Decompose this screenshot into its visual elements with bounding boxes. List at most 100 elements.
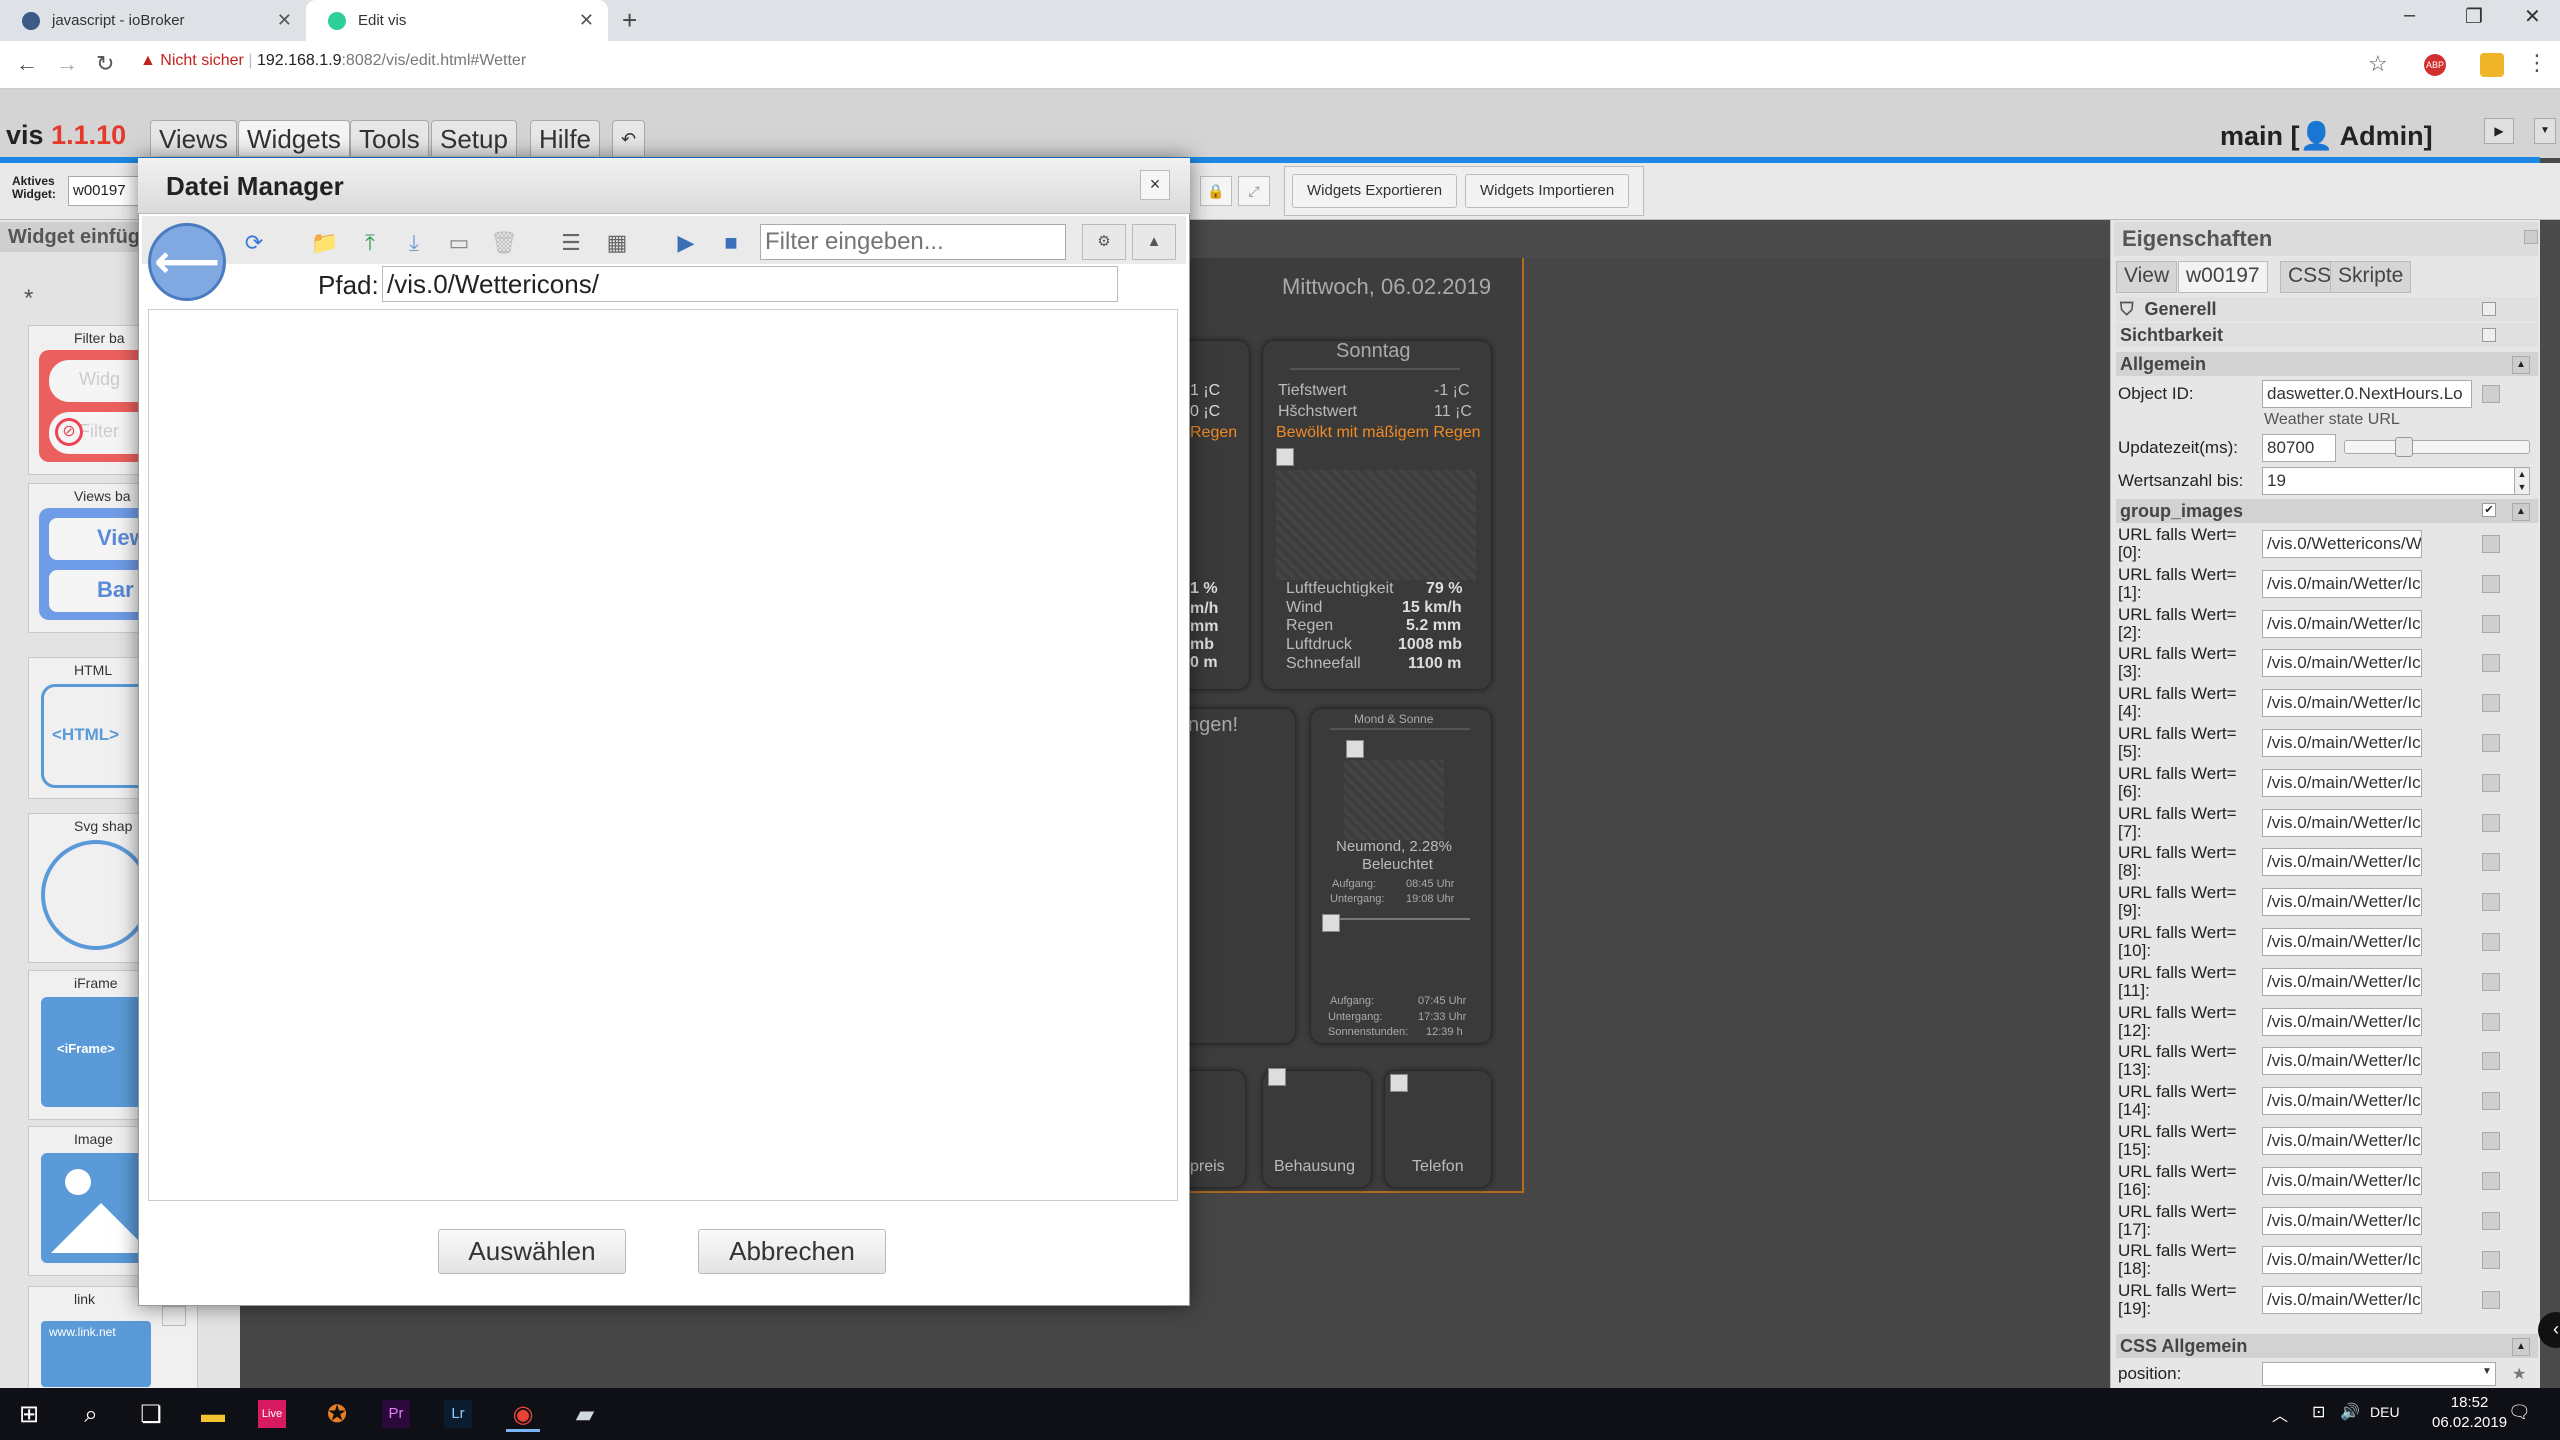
filter-input[interactable] (760, 224, 1066, 260)
collapse-up-icon[interactable]: ▲ (2512, 356, 2530, 374)
task-view-icon[interactable]: ❏ (134, 1398, 168, 1432)
expand-icon[interactable]: ⤢ (1238, 176, 1270, 206)
url-field[interactable]: ▲ Nicht sicher | 192.168.1.9:8082/vis/ed… (140, 52, 526, 70)
collapse-up-icon[interactable]: ▲ (2512, 1338, 2530, 1356)
select-file-button[interactable] (2482, 972, 2500, 991)
adblock-icon[interactable]: ABP (2424, 54, 2446, 76)
file-explorer-icon[interactable]: ▬ (196, 1398, 230, 1432)
section-sichtbarkeit[interactable]: Sichtbarkeit (2116, 323, 2538, 347)
menu-widgets[interactable]: Widgets (238, 120, 350, 156)
delete-icon[interactable]: 🗑 (489, 228, 519, 258)
collapse-icon[interactable] (2524, 230, 2538, 244)
url-row-field[interactable]: /vis.0/main/Wetter/Icons (2262, 1087, 2422, 1116)
prop-tab-widget[interactable]: w00197 (2178, 261, 2268, 293)
play-button[interactable]: ▶ (2484, 118, 2514, 144)
select-file-button[interactable] (2482, 1052, 2500, 1071)
checkbox[interactable] (2482, 328, 2496, 342)
upload-icon[interactable]: ⤒ (355, 228, 385, 258)
select-file-button[interactable] (2482, 614, 2500, 633)
select-file-button[interactable] (2482, 1171, 2500, 1190)
select-file-button[interactable] (2482, 694, 2500, 713)
maximize-button[interactable]: ❐ (2465, 4, 2483, 29)
object-id-field[interactable]: daswetter.0.NextHours.Lo (2262, 380, 2472, 408)
play-icon[interactable]: ▶ (671, 228, 701, 258)
url-row-field[interactable]: /vis.0/Wettericons/Wette (2262, 530, 2422, 558)
windows-start-icon[interactable]: ⊞ (12, 1398, 46, 1432)
url-row-field[interactable]: /vis.0/main/Wetter/Icons (2262, 569, 2422, 598)
table-view-icon[interactable]: ▦ (602, 228, 632, 258)
active-widget-field[interactable]: w00197 (68, 176, 140, 206)
dialog-close-button[interactable]: × (1140, 170, 1170, 200)
prop-tab-view[interactable]: View (2116, 261, 2178, 293)
blender-icon[interactable]: ✪ (320, 1398, 354, 1432)
list-view-icon[interactable]: ☰ (556, 228, 586, 258)
lightroom-icon[interactable]: Lr (444, 1400, 472, 1428)
live-app-icon[interactable]: Live (258, 1400, 286, 1428)
section-generell[interactable]: ⛉ Generell (2116, 297, 2538, 321)
refresh-icon[interactable]: ⟳ (239, 228, 269, 258)
menu-dots-icon[interactable]: ⋮ (2526, 50, 2548, 76)
section-group-images[interactable]: group_images (2116, 499, 2538, 523)
select-button[interactable]: Auswählen (438, 1229, 626, 1274)
language-indicator[interactable]: DEU (2370, 1404, 2400, 1420)
select-file-button[interactable] (2482, 574, 2500, 593)
volume-icon[interactable]: 🔊 (2340, 1402, 2360, 1422)
url-row-field[interactable]: /vis.0/main/Wetter/Icons (2262, 1127, 2422, 1155)
network-icon[interactable]: ⊡ (2312, 1402, 2325, 1422)
tab-edit-vis[interactable]: Edit vis ✕ (306, 0, 608, 41)
url-row-field[interactable]: /vis.0/main/Wetter/Icons (2262, 1047, 2422, 1076)
select-file-button[interactable] (2482, 1012, 2500, 1031)
position-select[interactable] (2262, 1362, 2496, 1386)
url-row-field[interactable]: /vis.0/main/Wetter/Icons (2262, 768, 2422, 797)
cancel-button[interactable]: Abbrechen (698, 1229, 886, 1274)
select-file-button[interactable] (2482, 535, 2500, 553)
bookmark-star-icon[interactable]: ☆ (2368, 51, 2388, 77)
url-row-field[interactable]: /vis.0/main/Wetter/Icons (2262, 967, 2422, 996)
url-row-field[interactable]: /vis.0/main/Wetter/Icons (2262, 888, 2422, 917)
note-app-icon[interactable]: ▰ (568, 1398, 602, 1432)
url-row-field[interactable]: /vis.0/main/Wetter/Icons (2262, 1206, 2422, 1235)
url-row-field[interactable]: /vis.0/main/Wetter/Icons (2262, 848, 2422, 877)
section-css-allgemein[interactable]: CSS Allgemein (2116, 1334, 2538, 1358)
favorite-filter[interactable]: * (24, 285, 33, 313)
filter-clear-button[interactable]: ⚙ (1082, 224, 1126, 260)
update-slider[interactable] (2344, 437, 2530, 457)
menu-views[interactable]: Views (150, 120, 237, 156)
extension-icon[interactable] (2480, 53, 2504, 77)
undo-button[interactable]: ↶ (612, 120, 646, 156)
forward-arrow-icon[interactable]: → (56, 51, 78, 77)
select-file-button[interactable] (2482, 933, 2500, 951)
slider-thumb[interactable] (2395, 437, 2413, 457)
lock-icon[interactable]: 🔒 (1200, 176, 1232, 206)
url-row-field[interactable]: /vis.0/main/Wetter/Icons (2262, 1007, 2422, 1036)
minimize-button[interactable]: – (2404, 4, 2415, 27)
select-file-button[interactable] (2482, 1291, 2500, 1310)
url-row-field[interactable]: /vis.0/main/Wetter/Icons (2262, 1286, 2422, 1315)
widgets-import-button[interactable]: Widgets Importieren (1465, 174, 1630, 208)
menu-setup[interactable]: Setup (431, 120, 517, 156)
url-row-field[interactable]: /vis.0/main/Wetter/Icons (2262, 1166, 2422, 1195)
url-row-field[interactable]: /vis.0/main/Wetter/Icons (2262, 729, 2422, 757)
select-file-button[interactable] (2482, 1251, 2500, 1270)
path-input[interactable]: /vis.0/Wettericons/ (382, 266, 1118, 302)
update-field[interactable]: 80700 (2262, 434, 2336, 462)
star-icon[interactable]: ★ (2512, 1364, 2526, 1384)
close-tab-icon[interactable]: ✕ (579, 10, 594, 31)
stop-icon[interactable]: ■ (716, 228, 746, 258)
reload-icon[interactable]: ↻ (96, 51, 114, 77)
select-file-button[interactable] (2482, 773, 2500, 792)
url-row-field[interactable]: /vis.0/main/Wetter/Icons (2262, 928, 2422, 956)
url-row-field[interactable]: /vis.0/main/Wetter/Icons (2262, 689, 2422, 718)
new-folder-icon[interactable]: 📁 (310, 228, 340, 258)
dropdown-caret-icon[interactable]: ▼ (2534, 118, 2556, 144)
select-file-button[interactable] (2482, 734, 2500, 752)
premiere-icon[interactable]: Pr (382, 1400, 410, 1428)
clock[interactable]: 18:52 06.02.2019 (2432, 1393, 2507, 1433)
select-file-button[interactable] (2482, 853, 2500, 872)
notification-icon[interactable]: 🗨 (2508, 1402, 2531, 1423)
moon-sun-card[interactable] (1310, 708, 1492, 1044)
file-list[interactable] (148, 309, 1178, 1201)
new-tab-button[interactable]: + (622, 5, 637, 36)
select-id-button[interactable] (2482, 385, 2500, 403)
checkbox-checked[interactable]: ✔ (2482, 503, 2496, 517)
